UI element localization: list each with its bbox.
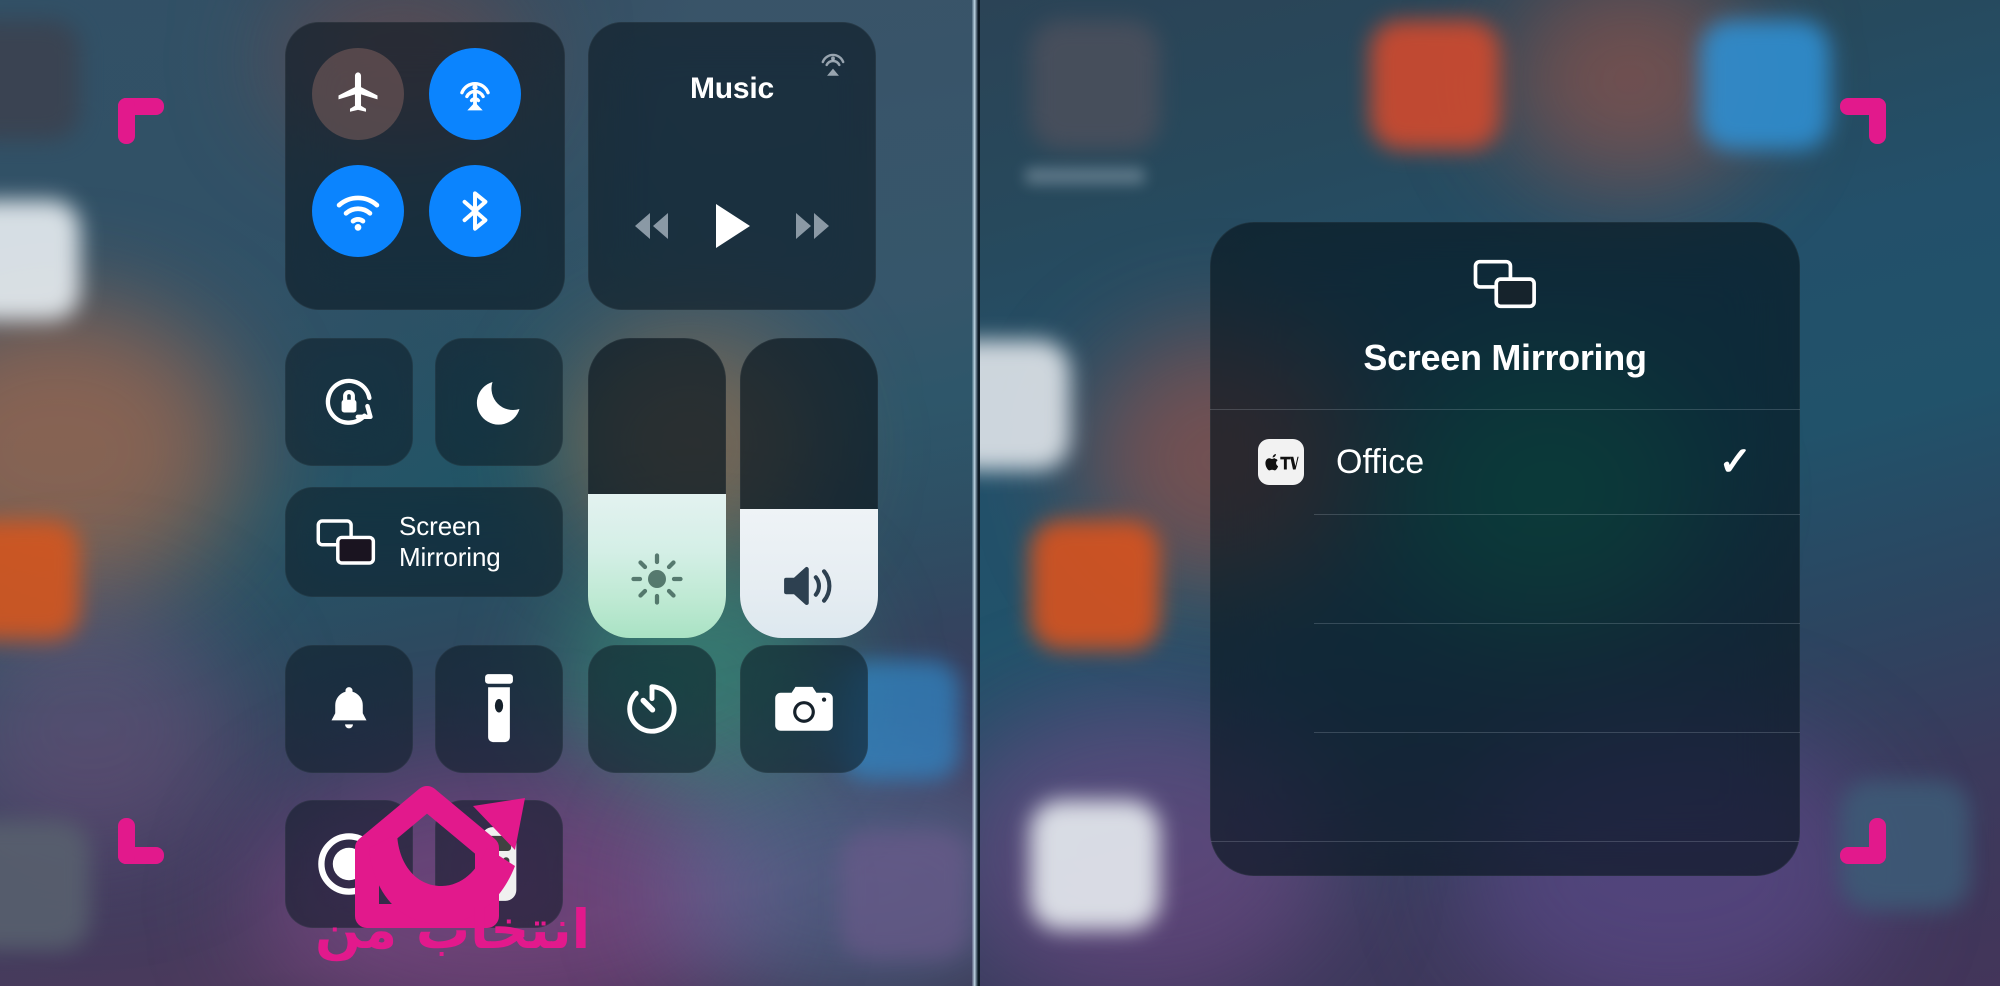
blurred-app-icon [840, 830, 970, 960]
screen-recording-tile[interactable] [285, 800, 413, 928]
apple-tv-icon [1258, 439, 1304, 485]
wifi-icon [336, 195, 380, 231]
play-button[interactable] [707, 200, 757, 252]
blurred-app-icon [980, 340, 1070, 470]
panel-divider [972, 0, 978, 986]
blurred-app-icon [1700, 20, 1830, 150]
do-not-disturb-tile[interactable] [435, 338, 563, 466]
bell-icon [331, 687, 367, 729]
bracket-bottom-right [1840, 818, 1886, 864]
bluetooth-icon [462, 191, 488, 231]
wifi-toggle[interactable] [312, 165, 404, 257]
blurred-app-icon [1030, 20, 1160, 150]
flashlight-icon [485, 674, 513, 743]
blurred-app-label [1025, 168, 1145, 184]
bluetooth-toggle[interactable] [429, 165, 521, 257]
volume-slider[interactable] [740, 338, 878, 638]
rewind-button[interactable] [623, 206, 681, 246]
alarm-tile[interactable] [285, 645, 413, 773]
timer-icon [627, 684, 677, 734]
screen-mirroring-tile-label: Screen Mirroring [399, 510, 501, 572]
screen-mirroring-icon [316, 519, 376, 565]
airdrop-icon [460, 82, 490, 111]
device-selected-checkmark: ✓ [1718, 440, 1752, 484]
stop-mirroring-button[interactable]: Stop Mirroring [1210, 842, 1800, 876]
camera-tile[interactable] [740, 645, 868, 773]
device-row-office[interactable]: Office ✓ [1210, 410, 1800, 514]
rotation-lock-icon [325, 378, 373, 425]
blurred-app-icon [0, 20, 80, 140]
bracket-top-right [1840, 98, 1886, 144]
blurred-app-icon [0, 200, 80, 320]
sheet-title: Screen Mirroring [1363, 337, 1647, 378]
device-name: Office [1336, 442, 1425, 481]
camera-icon [775, 686, 833, 731]
rotation-lock-tile[interactable] [285, 338, 413, 466]
screen-mirroring-tile[interactable]: Screen Mirroring [285, 487, 563, 597]
screenshot-root: Music Screen Mirroring Screen Mirroring … [0, 0, 2000, 986]
brightness-icon [588, 520, 726, 638]
blurred-app-icon [1030, 800, 1160, 930]
screen-record-icon [318, 833, 380, 895]
now-playing-title: Music [689, 72, 775, 105]
device-row-empty[interactable] [1210, 733, 1800, 841]
airdrop-toggle[interactable] [429, 48, 521, 140]
blurred-app-icon [1370, 20, 1500, 150]
volume-icon [740, 534, 878, 638]
remote-icon [481, 827, 517, 901]
apple-tv-remote-tile[interactable] [435, 800, 563, 928]
blurred-app-icon [0, 820, 90, 950]
screen-mirroring-sheet: Screen Mirroring Office ✓ [1210, 222, 1800, 876]
connectivity-module [285, 22, 565, 310]
forward-button[interactable] [783, 206, 841, 246]
blurred-app-icon [1030, 520, 1160, 650]
airplane-mode-toggle[interactable] [312, 48, 404, 140]
flashlight-tile[interactable] [435, 645, 563, 773]
bracket-top-left [118, 98, 164, 144]
timer-tile[interactable] [588, 645, 716, 773]
moon-icon [476, 382, 520, 425]
blurred-app-icon [0, 520, 80, 640]
airplane-icon [338, 72, 378, 112]
device-row-empty[interactable] [1210, 515, 1800, 623]
sheet-header: Screen Mirroring [1210, 222, 1800, 409]
brightness-slider[interactable] [588, 338, 726, 638]
screen-mirroring-icon [1473, 259, 1536, 309]
bracket-bottom-left [118, 818, 164, 864]
now-playing-module[interactable]: Music [588, 22, 876, 310]
device-row-empty[interactable] [1210, 624, 1800, 732]
